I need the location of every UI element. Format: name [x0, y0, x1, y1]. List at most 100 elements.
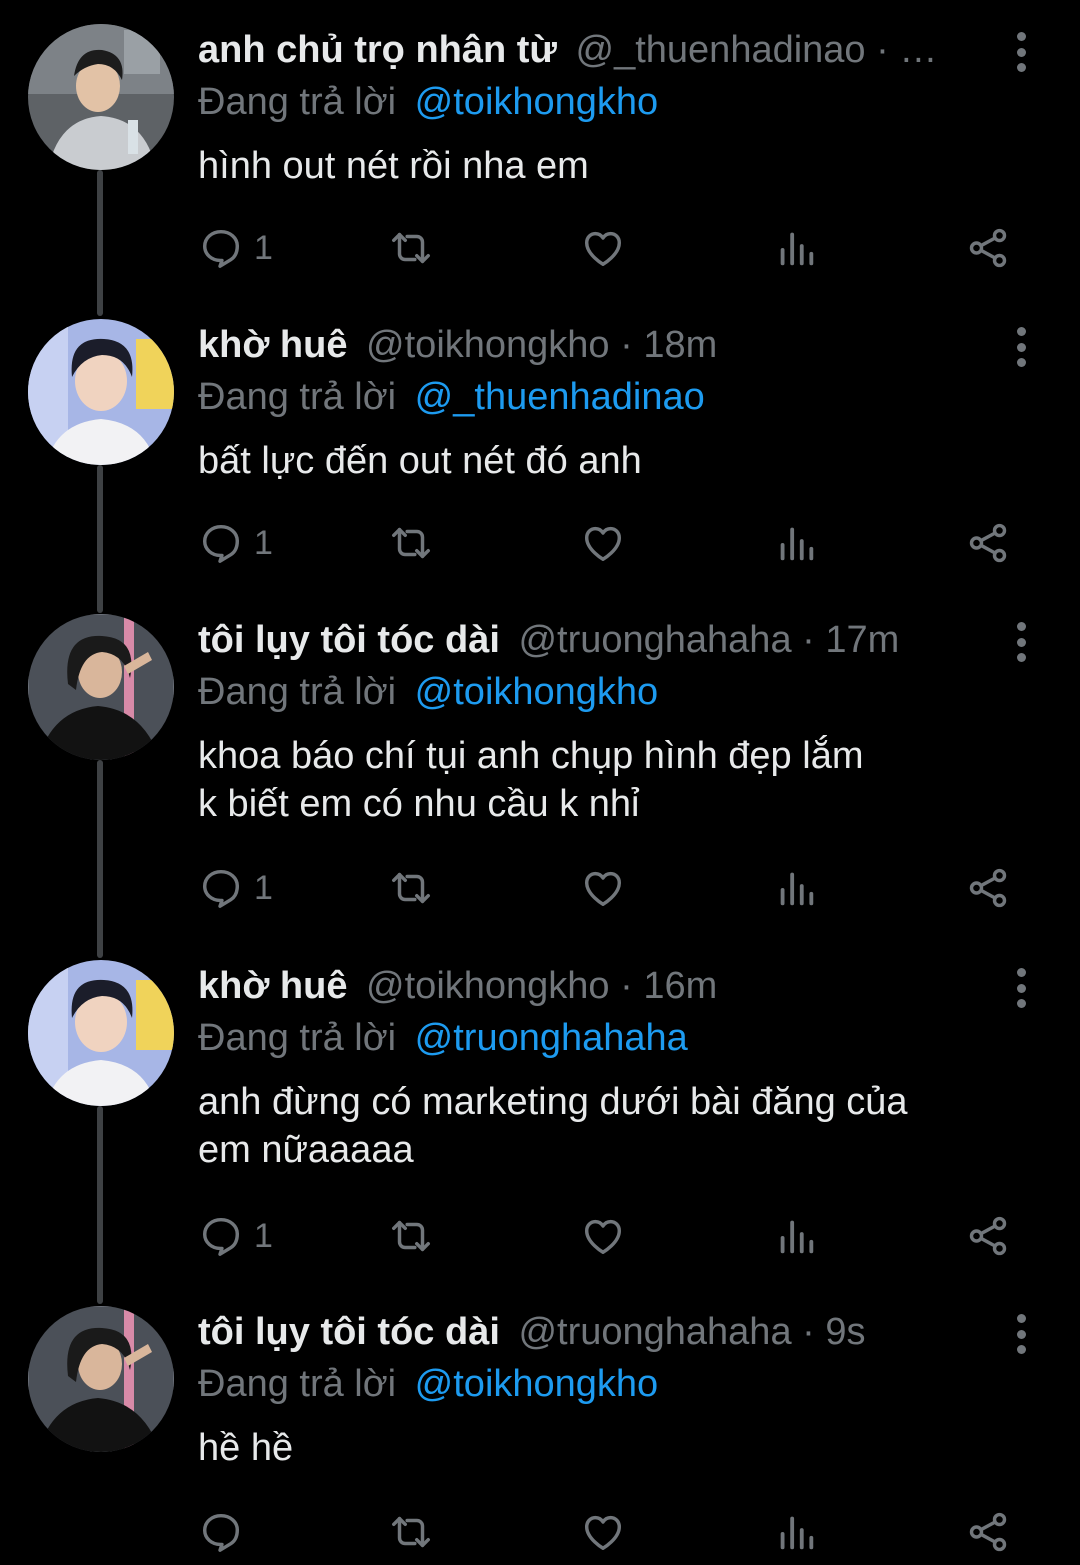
tweet-time: · 17m [791, 619, 900, 661]
views-button[interactable] [773, 1506, 819, 1558]
display-name[interactable]: tôi lụy tôi tóc dài [198, 619, 500, 661]
share-button[interactable] [965, 1506, 1011, 1558]
avatar[interactable] [28, 1306, 174, 1452]
reply-icon [202, 869, 240, 908]
replying-to: Đang trả lời @_thuenhadinao [198, 371, 1080, 423]
share-button[interactable] [965, 1210, 1011, 1262]
tweet-text: hề hề [198, 1427, 294, 1469]
reply-button[interactable]: 1 [198, 222, 273, 274]
reply-button[interactable]: 1 [198, 1210, 273, 1262]
replying-to-label: Đang trả lời [198, 376, 397, 418]
avatar[interactable] [28, 614, 174, 760]
reply-icon [202, 1217, 240, 1256]
avatar[interactable] [28, 960, 174, 1106]
mention-link[interactable]: @toikhongkho [415, 671, 659, 713]
views-button[interactable] [773, 222, 819, 274]
mention-link[interactable]: @toikhongkho [415, 81, 659, 123]
tweet-header: khờ huê @toikhongkho · 16m [198, 960, 978, 1012]
reply-count: 1 [254, 1216, 273, 1255]
avatar[interactable] [28, 319, 174, 465]
more-icon[interactable] [1012, 1314, 1030, 1354]
display-name[interactable]: khờ huê [198, 965, 347, 1007]
reply-count: 1 [254, 228, 273, 267]
views-button[interactable] [773, 862, 819, 914]
user-handle[interactable]: @toikhongkho [366, 965, 610, 1007]
more-icon[interactable] [1012, 32, 1030, 72]
tweet-actions [198, 1506, 1018, 1558]
like-button[interactable] [580, 1210, 626, 1262]
avatar[interactable] [28, 24, 174, 170]
tweet-text: khoa báo chí tụi anh chụp hình đẹp lắm k… [198, 735, 864, 825]
retweet-icon [392, 527, 430, 559]
tweet-header: anh chủ trọ nhân từ @_thuenhadinao · … [198, 24, 978, 76]
share-button[interactable] [965, 222, 1011, 274]
retweet-icon [392, 1220, 430, 1252]
retweet-button[interactable] [388, 517, 434, 569]
tweet-text: bất lực đến out nét đó anh [198, 440, 642, 482]
tweet-header: khờ huê @toikhongkho · 18m [198, 319, 978, 371]
retweet-button[interactable] [388, 1506, 434, 1558]
retweet-button[interactable] [388, 1210, 434, 1262]
mention-link[interactable]: @toikhongkho [415, 1363, 659, 1405]
tweet-text: anh đừng có marketing dưới bài đăng của … [198, 1081, 908, 1171]
reply-icon [202, 229, 240, 268]
reply-button[interactable] [198, 1506, 254, 1558]
reply-thread: anh chủ trọ nhân từ @_thuenhadinao · … Đ… [0, 0, 1080, 1565]
replying-to-label: Đang trả lời [198, 81, 397, 123]
more-icon[interactable] [1012, 622, 1030, 662]
views-icon [780, 1220, 814, 1254]
like-icon [584, 1219, 622, 1255]
display-name[interactable]: tôi lụy tôi tóc dài [198, 1311, 500, 1353]
share-icon [969, 1512, 1007, 1552]
views-button[interactable] [773, 517, 819, 569]
like-button[interactable] [580, 517, 626, 569]
user-handle[interactable]: @_thuenhadinao [576, 29, 866, 71]
share-icon [969, 1216, 1007, 1256]
display-name[interactable]: anh chủ trọ nhân từ [198, 29, 557, 71]
views-icon [780, 232, 814, 266]
retweet-icon [392, 872, 430, 904]
replying-to-label: Đang trả lời [198, 671, 397, 713]
more-icon[interactable] [1012, 327, 1030, 367]
more-icon[interactable] [1012, 968, 1030, 1008]
user-handle[interactable]: @truonghahaha [518, 1311, 791, 1353]
reply-button[interactable]: 1 [198, 517, 273, 569]
retweet-button[interactable] [388, 862, 434, 914]
thread-connector-line [97, 465, 103, 613]
retweet-button[interactable] [388, 222, 434, 274]
share-button[interactable] [965, 517, 1011, 569]
replying-to: Đang trả lời @toikhongkho [198, 1358, 1080, 1410]
thread-connector-line [97, 170, 103, 316]
tweet-time: · 9s [791, 1311, 866, 1353]
user-handle[interactable]: @toikhongkho [366, 324, 610, 366]
share-icon [969, 228, 1007, 268]
like-icon [584, 1515, 622, 1551]
views-icon [780, 1516, 814, 1550]
views-icon [780, 872, 814, 906]
mention-link[interactable]: @_thuenhadinao [415, 376, 705, 418]
tweet-time: · 18m [609, 324, 718, 366]
like-button[interactable] [580, 222, 626, 274]
retweet-icon [392, 232, 430, 264]
like-button[interactable] [580, 1506, 626, 1558]
views-button[interactable] [773, 1210, 819, 1262]
reply-count: 1 [254, 523, 273, 562]
user-handle[interactable]: @truonghahaha [518, 619, 791, 661]
tweet-actions: 1 [198, 517, 1018, 569]
tweet-actions: 1 [198, 862, 1018, 914]
display-name[interactable]: khờ huê [198, 324, 347, 366]
tweet-actions: 1 [198, 222, 1018, 274]
mention-link[interactable]: @truonghahaha [415, 1017, 688, 1059]
tweet-header: tôi lụy tôi tóc dài @truonghahaha · 9s [198, 1306, 978, 1358]
like-icon [584, 231, 622, 267]
reply-button[interactable]: 1 [198, 862, 273, 914]
like-button[interactable] [580, 862, 626, 914]
tweet-header: tôi lụy tôi tóc dài @truonghahaha · 17m [198, 614, 978, 666]
like-icon [584, 871, 622, 907]
tweet-text: hình out nét rồi nha em [198, 145, 589, 187]
share-button[interactable] [965, 862, 1011, 914]
replying-to: Đang trả lời @truonghahaha [198, 1012, 1080, 1064]
thread-connector-line [97, 760, 103, 958]
tweet-actions: 1 [198, 1210, 1018, 1262]
replying-to: Đang trả lời @toikhongkho [198, 76, 1080, 128]
